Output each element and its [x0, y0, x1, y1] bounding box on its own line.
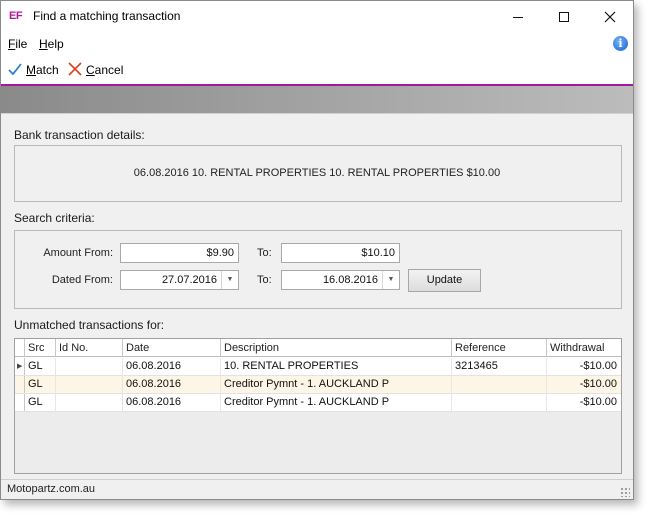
status-text: Motopartz.com.au: [7, 483, 96, 495]
resize-grip-icon[interactable]: [620, 487, 630, 497]
column-divider: [220, 358, 221, 412]
menu-help-mnemonic: H: [39, 37, 48, 51]
minimize-icon: [513, 16, 523, 18]
cancel-x-icon: [68, 62, 82, 76]
dated-from-picker[interactable]: 27.07.2016 ▼: [120, 270, 239, 290]
match-mnemonic: M: [26, 63, 36, 77]
amount-from-input[interactable]: $9.90: [120, 243, 239, 263]
cell-date: 06.08.2016: [126, 360, 182, 372]
bank-transaction-text: 06.08.2016 10. RENTAL PROPERTIES 10. REN…: [133, 167, 501, 179]
cell-description: Creditor Pymnt - 1. AUCKLAND P: [224, 396, 390, 408]
column-header-description[interactable]: Description: [221, 339, 452, 357]
column-divider: [122, 358, 123, 412]
row-indicator: [15, 376, 25, 393]
column-divider: [451, 358, 452, 412]
cancel-mnemonic: C: [86, 63, 95, 77]
column-divider: [546, 358, 547, 412]
status-bar: Motopartz.com.au: [1, 479, 633, 499]
cancel-button[interactable]: Cancel: [67, 61, 123, 79]
dated-to-picker[interactable]: 16.08.2016 ▼: [281, 270, 400, 290]
unmatched-heading: Unmatched transactions for:: [14, 318, 165, 332]
chevron-down-icon[interactable]: ▼: [382, 271, 399, 289]
column-header-date[interactable]: Date: [123, 339, 221, 357]
menu-help-label: elp: [47, 37, 64, 51]
dialog-window: EF Find a matching transaction File Help…: [0, 0, 634, 500]
app-logo: EF: [9, 10, 23, 22]
cell-reference: 3213465: [455, 360, 498, 372]
toolbar: Match Cancel: [1, 57, 633, 84]
minimize-button[interactable]: [495, 1, 541, 32]
cell-description: Creditor Pymnt - 1. AUCKLAND P: [224, 378, 390, 390]
row-indicator: [15, 394, 25, 411]
close-icon: [604, 11, 616, 23]
current-row-indicator-icon: ▶: [15, 358, 25, 375]
bank-details-heading: Bank transaction details:: [14, 128, 145, 142]
dated-to-label: To:: [257, 274, 272, 286]
cell-date: 06.08.2016: [126, 378, 182, 390]
update-button[interactable]: Update: [408, 269, 481, 292]
close-button[interactable]: [587, 1, 633, 32]
maximize-button[interactable]: [541, 1, 587, 32]
dated-from-value: 27.07.2016: [161, 274, 217, 286]
menu-help[interactable]: Help: [39, 37, 64, 51]
column-divider: [55, 358, 56, 412]
cell-withdrawal: -$10.00: [579, 378, 617, 390]
info-icon[interactable]: i: [613, 36, 628, 51]
cell-description: 10. RENTAL PROPERTIES: [224, 360, 359, 372]
table-row[interactable]: GL 06.08.2016 Creditor Pymnt - 1. AUCKLA…: [15, 376, 621, 393]
window-title: Find a matching transaction: [33, 9, 181, 23]
table-row[interactable]: GL 06.08.2016 Creditor Pymnt - 1. AUCKLA…: [15, 394, 621, 411]
column-header-id[interactable]: Id No.: [56, 339, 123, 357]
search-criteria-heading: Search criteria:: [14, 211, 95, 225]
menu-file[interactable]: File: [8, 37, 27, 51]
row-divider: [15, 411, 621, 412]
amount-to-input[interactable]: $10.10: [281, 243, 400, 263]
cell-withdrawal: -$10.00: [579, 360, 617, 372]
cell-date: 06.08.2016: [126, 396, 182, 408]
cell-src: GL: [28, 360, 43, 372]
grid-corner: [15, 339, 25, 357]
column-header-withdrawal[interactable]: Withdrawal: [547, 339, 621, 357]
match-button[interactable]: Match: [7, 61, 59, 79]
grid-empty-area: [14, 412, 622, 474]
cell-withdrawal: -$10.00: [579, 396, 617, 408]
match-label: atch: [36, 63, 59, 77]
dated-from-label: Dated From:: [51, 274, 113, 286]
chevron-down-icon[interactable]: ▼: [221, 271, 238, 289]
menu-bar: File Help i: [1, 33, 633, 55]
dated-to-value: 16.08.2016: [322, 274, 378, 286]
cancel-label: ancel: [94, 63, 124, 77]
column-header-src[interactable]: Src: [25, 339, 56, 357]
cell-src: GL: [28, 378, 43, 390]
column-header-reference[interactable]: Reference: [452, 339, 547, 357]
cell-src: GL: [28, 396, 43, 408]
table-row[interactable]: ▶ GL 06.08.2016 10. RENTAL PROPERTIES 32…: [15, 358, 621, 375]
menu-file-label: ile: [15, 37, 28, 51]
header-band: [1, 86, 633, 113]
title-bar[interactable]: EF Find a matching transaction: [1, 1, 633, 32]
checkmark-icon: [8, 63, 22, 76]
amount-to-label: To:: [257, 247, 272, 259]
maximize-icon: [559, 12, 569, 23]
amount-from-label: Amount From:: [43, 247, 113, 259]
